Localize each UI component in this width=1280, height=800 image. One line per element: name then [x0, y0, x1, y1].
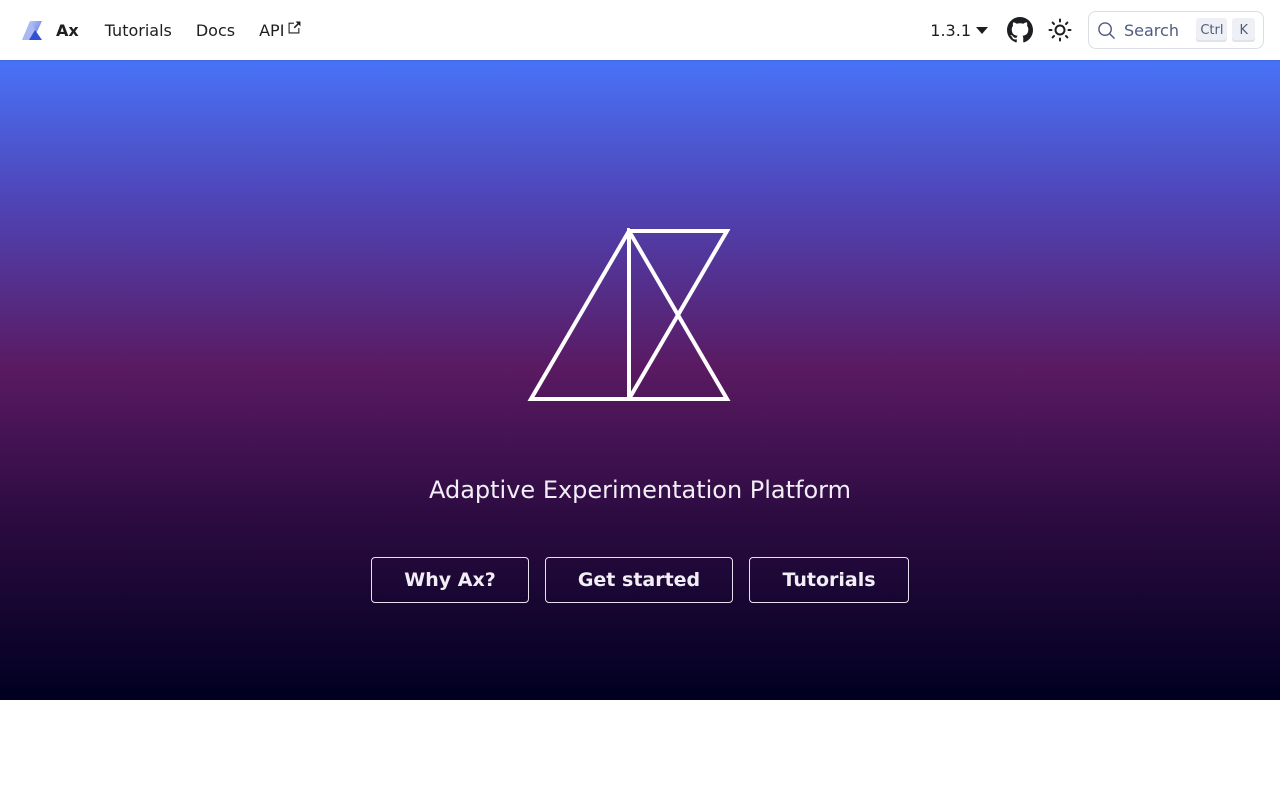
- ax-logo-icon: [22, 21, 42, 40]
- sun-icon: [1048, 18, 1072, 42]
- nav-link-api[interactable]: API: [247, 21, 313, 40]
- search-placeholder: Search: [1124, 20, 1179, 40]
- hero-banner: Adaptive Experimentation Platform Why Ax…: [0, 60, 1280, 700]
- external-link-icon: [288, 21, 301, 33]
- ax-hero-logo-icon: [527, 228, 731, 401]
- hero-tagline: Adaptive Experimentation Platform: [428, 476, 852, 504]
- github-icon: [1007, 17, 1033, 43]
- hero-buttons: Why Ax? Get started Tutorials: [371, 557, 909, 603]
- version-dropdown[interactable]: 1.3.1: [918, 21, 1000, 40]
- nav-link-tutorials[interactable]: Tutorials: [93, 21, 184, 40]
- navbar: Ax Tutorials Docs API 1.3.1 Search Ctrl …: [0, 0, 1280, 60]
- github-button[interactable]: [1000, 10, 1040, 50]
- tutorials-button[interactable]: Tutorials: [749, 557, 909, 603]
- why-ax-button[interactable]: Why Ax?: [371, 557, 529, 603]
- nav-link-label: Docs: [195, 20, 236, 40]
- get-started-button[interactable]: Get started: [545, 557, 733, 603]
- navbar-right: 1.3.1 Search Ctrl K: [918, 10, 1264, 50]
- nav-link-label: Tutorials: [104, 20, 172, 40]
- nav-link-docs[interactable]: Docs: [184, 21, 247, 40]
- brand-link[interactable]: Ax: [20, 18, 79, 42]
- version-label: 1.3.1: [930, 20, 971, 40]
- search-icon: [1098, 21, 1115, 39]
- caret-down-icon: [976, 26, 988, 34]
- theme-toggle-button[interactable]: [1040, 10, 1080, 50]
- nav-link-label: API: [259, 20, 285, 40]
- search-button[interactable]: Search Ctrl K: [1088, 11, 1264, 49]
- shortcut-key-ctrl: Ctrl: [1196, 18, 1228, 42]
- shortcut-key-k: K: [1232, 18, 1255, 42]
- brand-title: Ax: [56, 20, 79, 40]
